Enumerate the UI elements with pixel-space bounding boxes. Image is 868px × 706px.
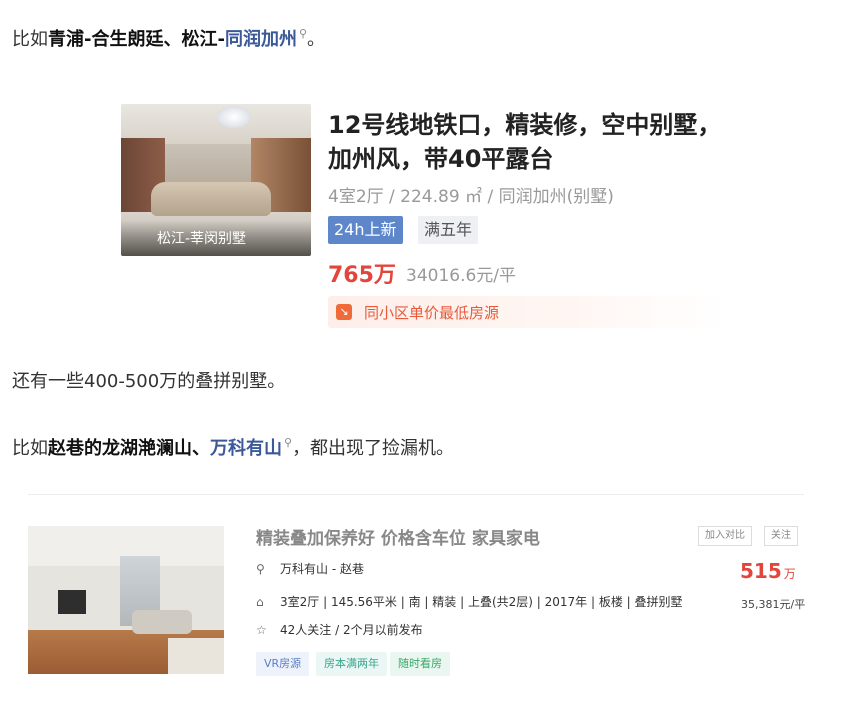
listing-price: 765万 bbox=[328, 263, 396, 288]
promo-arrow-icon: ↘ bbox=[336, 304, 352, 320]
promo-text: 同小区单价最低房源 bbox=[364, 304, 500, 322]
house-icon: ⌂ bbox=[256, 595, 264, 609]
search-icon[interactable]: ⚲ bbox=[284, 436, 292, 449]
lowest-price-banner[interactable]: ↘ 同小区单价最低房源 bbox=[328, 296, 728, 328]
divider bbox=[28, 494, 804, 495]
listing-unit-price: 34016.6元/平 bbox=[406, 266, 517, 286]
tag-deed-two-years: 房本满两年 bbox=[316, 652, 387, 676]
paragraph-zhaoxiang: 比如赵巷的龙湖滟澜山、万科有山 ⚲，都出现了捡漏机。 bbox=[12, 436, 455, 461]
listing-photo-villa[interactable]: 松江-莘闵别墅 bbox=[121, 104, 311, 256]
paragraph-stacked-villas: 还有一些400-500万的叠拼别墅。 bbox=[12, 371, 286, 392]
photo-caption: 松江-莘闵别墅 bbox=[157, 231, 247, 247]
listing2-details: 3室2厅 | 145.56平米 | 南 | 精装 | 上叠(共2层) | 201… bbox=[280, 595, 683, 609]
listing2-price: 515 万 bbox=[740, 559, 796, 583]
tag-five-years: 满五年 bbox=[418, 216, 479, 244]
listing2-details-row: ⌂ 3室2厅 | 145.56平米 | 南 | 精装 | 上叠(共2层) | 20… bbox=[256, 593, 683, 610]
para1-bold: 青浦-合生朗廷、松江- bbox=[48, 29, 225, 50]
para3-prefix: 比如 bbox=[12, 438, 48, 459]
para3-suffix: ，都出现了捡漏机。 bbox=[292, 438, 455, 459]
listing2-price-unit: 万 bbox=[783, 567, 796, 581]
listing2-title[interactable]: 精装叠加保养好 价格含车位 家具家电 bbox=[256, 524, 540, 549]
listing2-location[interactable]: 万科有山 - 赵巷 bbox=[280, 562, 364, 576]
listing-photo-living-room[interactable] bbox=[28, 526, 224, 674]
listing2-price-num: 515 bbox=[740, 559, 782, 583]
location-pin-icon: ⚲ bbox=[256, 562, 265, 576]
star-icon: ☆ bbox=[256, 623, 267, 637]
listing2-unit-price: 35,381元/平 bbox=[741, 598, 806, 611]
tag-vr: VR房源 bbox=[256, 652, 310, 676]
follow-button[interactable]: 关注 bbox=[764, 526, 798, 546]
link-vanke-youshan[interactable]: 万科有山 bbox=[210, 438, 282, 459]
para3-bold: 赵巷的龙湖滟澜山、 bbox=[48, 438, 210, 459]
listing-meta: 4室2厅 / 224.89 ㎡ / 同润加州(别墅) bbox=[328, 187, 614, 207]
search-icon[interactable]: ⚲ bbox=[299, 27, 307, 40]
para1-prefix: 比如 bbox=[12, 29, 48, 50]
link-tongrun-jiazhou[interactable]: 同润加州 bbox=[225, 29, 297, 50]
listing-title[interactable]: 12号线地铁口，精装修，空中别墅，加州风，带40平露台 bbox=[328, 108, 728, 176]
tag-anytime-viewing: 随时看房 bbox=[390, 652, 450, 676]
listing2-followers: 42人关注 / 2个月以前发布 bbox=[280, 623, 423, 637]
para1-suffix: 。 bbox=[307, 29, 326, 50]
paragraph-qingpu: 比如青浦-合生朗廷、松江-同润加州 ⚲。 bbox=[12, 27, 326, 52]
add-compare-button[interactable]: 加入对比 bbox=[698, 526, 752, 546]
tag-24h-new: 24h上新 bbox=[328, 216, 403, 244]
listing2-location-row: ⚲ 万科有山 - 赵巷 bbox=[256, 560, 364, 577]
listing2-followers-row: ☆ 42人关注 / 2个月以前发布 bbox=[256, 621, 423, 638]
